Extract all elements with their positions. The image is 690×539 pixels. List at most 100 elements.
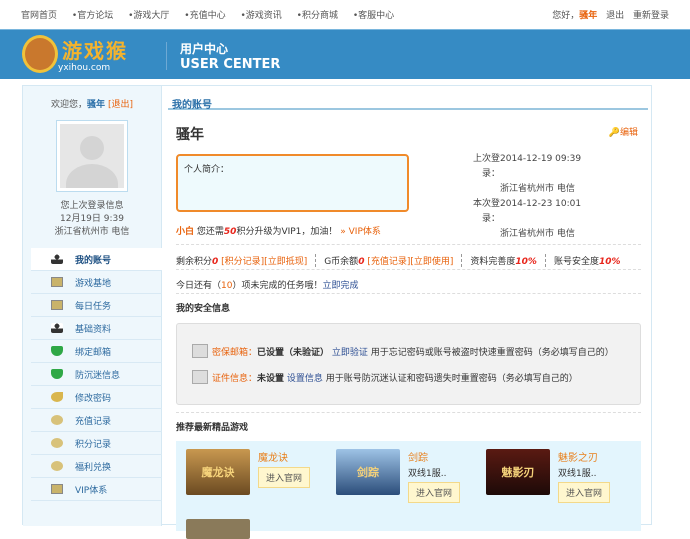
game-title[interactable]: 魅影之刃	[558, 449, 610, 464]
sidebar-item[interactable]: 每日任务	[31, 294, 162, 317]
card-icon	[51, 484, 63, 494]
monkey-mascot-icon	[22, 35, 58, 73]
medal-icon	[51, 461, 63, 471]
divider	[176, 269, 641, 270]
sidebar-item[interactable]: VIP体系	[31, 478, 162, 501]
games-list: 魔龙诀 魔龙诀 进入官网 剑踪 剑踪 双线1服.. 进入官网 魅影刃 魅影之刃 双线1服.. 进入官…	[176, 441, 641, 539]
enter-site-button[interactable]: 进入官网	[408, 482, 461, 503]
divider	[176, 293, 641, 294]
vip-text-2: 积分升级为VIP1，加油！	[236, 227, 338, 237]
sidebar-username: 骚年	[87, 100, 106, 110]
edit-button[interactable]: 🔑编辑	[609, 125, 638, 138]
key-icon: 🔑	[608, 128, 620, 138]
enter-site-button[interactable]: 进入官网	[258, 467, 311, 488]
sidebar-item-label: 游戏基地	[75, 278, 112, 289]
game-card: 剑踪 剑踪 双线1服.. 进入官网	[336, 449, 461, 503]
account-stats: 剩余积分0 [积分记录][立即抵现] G币余额0 [充值记录][立即使用] 资料…	[176, 254, 637, 267]
sidebar-item[interactable]: 修改密码	[31, 386, 162, 409]
set-id-link[interactable]: 设置信息	[287, 371, 323, 384]
gcoin-links[interactable]: [充值记录][立即使用]	[367, 257, 453, 267]
greeting: 您好，	[552, 11, 580, 21]
nav-forum[interactable]: •官方论坛	[72, 11, 113, 21]
points-links[interactable]: [积分记录][立即抵现]	[221, 257, 307, 267]
nav-mall[interactable]: •积分商城	[297, 11, 338, 21]
game-thumbnail[interactable]: 剑踪	[336, 449, 400, 495]
games-title: 推荐最新精品游戏	[176, 423, 249, 433]
game-card: 魔龙诀 魔龙诀 进入官网	[186, 449, 311, 495]
login-history: 上次登录： 2014-12-19 09:39 浙江省杭州市 电信 本次登录： 201…	[458, 152, 581, 242]
game-thumbnail[interactable]	[186, 519, 250, 539]
this-login-time: 2014-12-23 10:01	[500, 199, 582, 209]
game-thumbnail[interactable]: 魔龙诀	[186, 449, 250, 495]
top-nav: 官网首页 •官方论坛 •游戏大厅 •充值中心 •游戏资讯 •积分商城 •客服中心…	[0, 0, 690, 29]
game-title[interactable]: 魔龙诀	[258, 449, 310, 464]
id-label: 证件信息：	[212, 373, 258, 384]
username-link[interactable]: 骚年	[579, 11, 597, 21]
logo-text: 游戏猴	[62, 39, 128, 63]
divider	[176, 244, 641, 245]
user-icon	[51, 254, 63, 264]
nav-home[interactable]: 官网首页	[21, 11, 57, 21]
section-header: 我的账号	[168, 86, 648, 111]
sidebar-item-label: 充值记录	[75, 416, 112, 427]
last-login-time: 2014-12-19 09:39	[500, 154, 582, 164]
medal-icon	[51, 415, 63, 425]
vip-level: 小白	[176, 227, 195, 237]
welcome-text: 欢迎您，	[51, 100, 88, 110]
email-status: 已设置（未验证）	[257, 347, 330, 358]
header-banner: 游戏猴 yxihou.com 用户中心 USER CENTER	[0, 29, 690, 79]
email-icon	[192, 344, 208, 358]
sidebar-menu: 我的账号游戏基地每日任务 基础资料绑定邮箱防沉迷信息修改密码充值记录积分记录福利兑…	[31, 248, 162, 501]
divider	[176, 412, 641, 413]
nav-news[interactable]: •游戏资讯	[240, 11, 281, 21]
game-thumbnail[interactable]: 魅影刃	[486, 449, 550, 495]
card-icon	[51, 277, 63, 287]
id-status: 未设置	[257, 373, 285, 384]
enter-site-button[interactable]: 进入官网	[558, 482, 611, 503]
sidebar-item-label: 我的账号	[75, 255, 112, 266]
sidebar-item[interactable]: 游戏基地	[31, 271, 162, 294]
game-card: 魅影刃 魅影之刃 双线1服.. 进入官网	[486, 449, 611, 503]
intro-label: 个人简介：	[184, 165, 230, 175]
logout-link[interactable]: 退出	[606, 11, 624, 21]
vip-text: 您还需	[196, 227, 224, 237]
gcoin-label: G币余额	[324, 257, 359, 267]
security-label: 账号安全度	[553, 257, 599, 267]
nav-game-hall[interactable]: •游戏大厅	[128, 11, 169, 21]
id-card-icon	[192, 370, 208, 384]
sidebar: 欢迎您，骚年 [退出] 您上次登录信息 12月19日 9:39 浙江省杭州市 电…	[23, 86, 162, 526]
sidebar-logout[interactable]: [退出]	[108, 100, 133, 110]
relogin-link[interactable]: 重新登录	[633, 11, 669, 21]
email-row: 密保邮箱： 已设置（未验证） 立即验证 用于忘记密码或账号被盗时快速重置密码（务必…	[192, 344, 614, 358]
id-row: 证件信息： 未设置 设置信息 用于账号防沉迷认证和密码遗失时重置密码（务必填写自己…	[192, 370, 578, 384]
sidebar-item[interactable]: 我的账号	[31, 248, 162, 271]
sidebar-item[interactable]: 福利兑换	[31, 455, 162, 478]
points-label: 剩余积分	[176, 257, 213, 267]
sidebar-item-label: 积分记录	[75, 439, 112, 450]
logo-url: yxihou.com	[58, 63, 111, 73]
avatar[interactable]	[56, 120, 128, 192]
login-time: 12月19日 9:39	[60, 214, 124, 224]
nav-service[interactable]: •客服中心	[353, 11, 394, 21]
sidebar-item[interactable]: 绑定邮箱	[31, 340, 162, 363]
nav-recharge[interactable]: •充值中心	[184, 11, 225, 21]
game-title[interactable]: 剑踪	[408, 449, 460, 464]
sidebar-item[interactable]: 积分记录	[31, 432, 162, 455]
sidebar-item[interactable]: 基础资料	[31, 317, 162, 340]
site-logo[interactable]: 游戏猴 yxihou.com	[22, 33, 157, 77]
title-en: USER CENTER	[180, 57, 281, 72]
vip-link[interactable]: » VIP体系	[340, 227, 381, 237]
sidebar-item-label: 绑定邮箱	[75, 347, 112, 358]
complete-task-link[interactable]: 立即完成	[322, 281, 358, 291]
card-icon	[51, 300, 63, 310]
id-desc: 用于账号防沉迷认证和密码遗失时重置密码（务必填写自己的）	[325, 373, 578, 384]
vip-progress: 小白 您还需50积分升级为VIP1，加油！ » VIP体系	[176, 224, 381, 237]
email-desc: 用于忘记密码或账号被盗时快速重置密码（务必填写自己的）	[370, 347, 614, 358]
sidebar-item[interactable]: 防沉迷信息	[31, 363, 162, 386]
sidebar-item[interactable]: 充值记录	[31, 409, 162, 432]
sidebar-item-label: 修改密码	[75, 393, 112, 404]
email-label: 密保邮箱：	[212, 347, 258, 358]
intro-box[interactable]: 个人简介：	[176, 154, 409, 212]
verify-email-link[interactable]: 立即验证	[332, 345, 368, 358]
points-value: 0	[212, 257, 219, 267]
